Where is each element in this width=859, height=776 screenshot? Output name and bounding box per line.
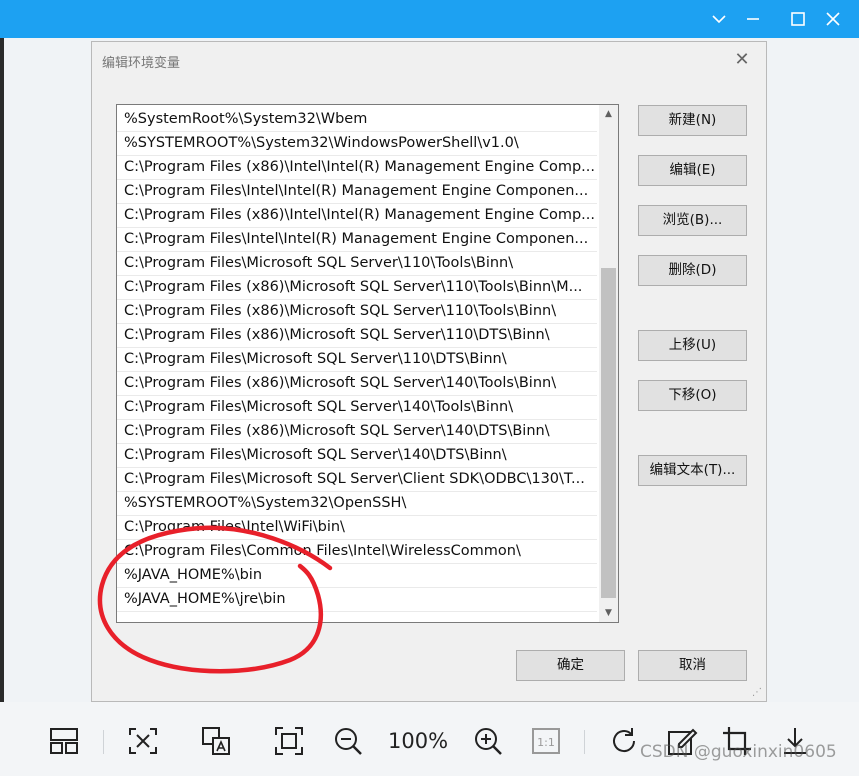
path-entry-row[interactable]: C:\Program Files\Microsoft SQL Server\14… [117,396,597,420]
path-entry-row[interactable]: %SYSTEMROOT%\System32\OpenSSH\ [117,492,597,516]
fit-screen-icon[interactable] [272,724,306,758]
edit-text-button[interactable]: 编辑文本(T)... [638,455,747,486]
path-entry-row[interactable]: %JAVA_HOME%\jre\bin [117,588,597,612]
viewer-toolbar: 100% 1:1 CSDN @guoxinxin0605 [0,702,859,776]
cancel-button[interactable]: 取消 [638,650,747,681]
path-entry-row[interactable]: C:\Program Files\Microsoft SQL Server\11… [117,252,597,276]
path-entries-list[interactable]: %SystemRoot%\System32\Wbem %SYSTEMROOT%\S… [116,104,619,623]
csdn-watermark: CSDN @guoxinxin0605 [640,742,837,762]
path-entry-row[interactable]: C:\Program Files (x86)\Intel\Intel(R) Ma… [117,204,597,228]
actual-size-icon[interactable]: 1:1 [529,724,563,758]
dialog-title: 编辑环境变量 [102,56,181,71]
delete-button[interactable]: 删除(D) [638,255,747,286]
ocr-icon[interactable] [126,724,160,758]
path-entry-row[interactable]: %SystemRoot%\System32\Wbem [117,108,597,132]
path-entry-row[interactable]: %JAVA_HOME%\bin [117,564,597,588]
path-entry-row[interactable]: C:\Program Files\Microsoft SQL Server\11… [117,348,597,372]
resize-grip-icon[interactable]: ⋰ [752,687,764,699]
translate-icon[interactable] [199,724,233,758]
toolbar-divider [584,730,585,754]
path-entry-row[interactable]: C:\Program Files (x86)\Microsoft SQL Ser… [117,324,597,348]
path-entry-row[interactable]: C:\Program Files (x86)\Microsoft SQL Ser… [117,420,597,444]
viewer-titlebar [0,0,859,38]
close-icon[interactable] [821,7,845,31]
path-entry-row[interactable] [117,612,597,622]
dialog-close-icon[interactable]: ✕ [730,48,754,72]
path-entry-row[interactable]: C:\Program Files (x86)\Microsoft SQL Ser… [117,276,597,300]
scroll-up-icon[interactable]: ▲ [599,105,618,123]
scroll-down-icon[interactable]: ▼ [599,604,618,622]
path-entry-row[interactable]: C:\Program Files (x86)\Intel\Intel(R) Ma… [117,156,597,180]
chevron-down-icon[interactable] [707,7,731,31]
new-button[interactable]: 新建(N) [638,105,747,136]
minimize-icon[interactable] [741,7,765,31]
ok-button[interactable]: 确定 [516,650,625,681]
path-entry-row[interactable]: C:\Program Files\Microsoft SQL Server\Cl… [117,468,597,492]
svg-text:1:1: 1:1 [537,736,555,749]
list-scrollbar[interactable]: ▲ ▼ [599,105,618,622]
path-entry-row[interactable]: C:\Program Files (x86)\Microsoft SQL Ser… [117,372,597,396]
zoom-level-label: 100% [388,729,449,753]
layout-icon[interactable] [47,724,81,758]
path-entry-row[interactable]: C:\Program Files\Intel\WiFi\bin\ [117,516,597,540]
path-entry-row[interactable]: C:\Program Files\Intel\Intel(R) Manageme… [117,180,597,204]
rotate-icon[interactable] [607,724,641,758]
maximize-icon[interactable] [786,7,810,31]
edit-env-variable-dialog: 编辑环境变量 ✕ %SystemRoot%\System32\Wbem %SYST… [91,41,767,702]
browse-button[interactable]: 浏览(B)... [638,205,747,236]
move-up-button[interactable]: 上移(U) [638,330,747,361]
toolbar-divider [103,730,104,754]
zoom-out-icon[interactable] [331,724,365,758]
path-entry-row[interactable]: C:\Program Files\Microsoft SQL Server\14… [117,444,597,468]
path-entry-row[interactable]: %SYSTEMROOT%\System32\WindowsPowerShell\… [117,132,597,156]
path-entry-row[interactable]: C:\Program Files\Common Files\Intel\Wire… [117,540,597,564]
path-entry-row[interactable]: C:\Program Files\Intel\Intel(R) Manageme… [117,228,597,252]
background-strip [0,38,4,702]
move-down-button[interactable]: 下移(O) [638,380,747,411]
path-entry-row[interactable]: C:\Program Files (x86)\Microsoft SQL Ser… [117,300,597,324]
zoom-in-icon[interactable] [471,724,505,758]
edit-button[interactable]: 编辑(E) [638,155,747,186]
scroll-thumb[interactable] [601,268,616,598]
